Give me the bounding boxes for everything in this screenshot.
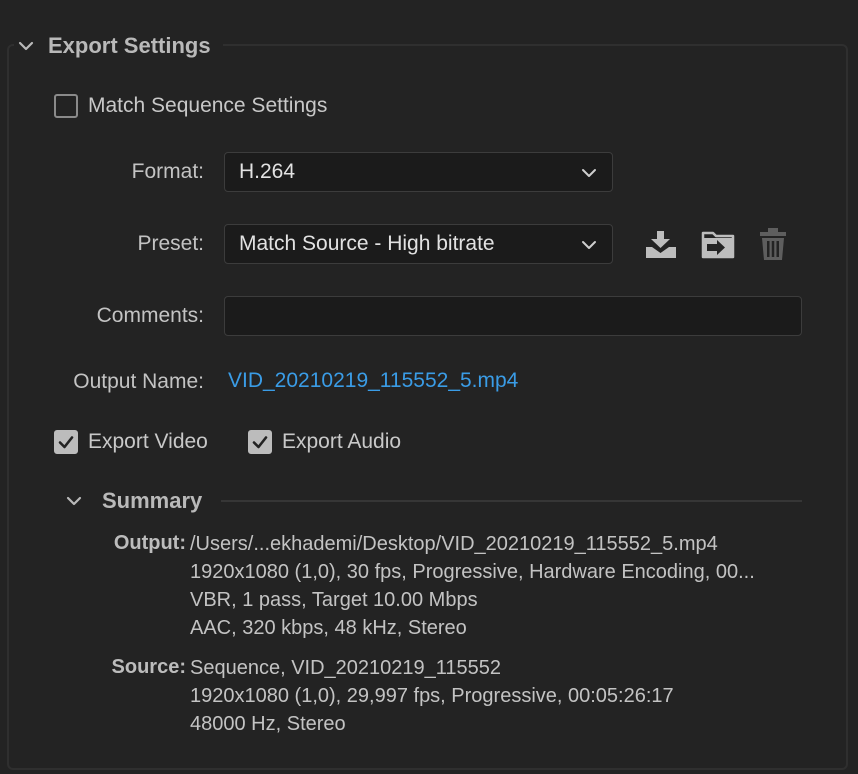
save-preset-button[interactable]	[643, 226, 679, 262]
summary-title: Summary	[102, 488, 203, 513]
summary-source-lines: Sequence, VID_20210219_115552 1920x1080 …	[190, 654, 800, 738]
chevron-down-icon	[582, 241, 596, 249]
match-sequence-label: Match Sequence Settings	[88, 94, 328, 117]
preset-label: Preset:	[137, 232, 204, 255]
export-settings-header[interactable]: Export Settings	[14, 30, 223, 62]
chevron-down-icon[interactable]	[14, 34, 38, 58]
match-sequence-checkbox[interactable]: Match Sequence Settings	[54, 94, 327, 118]
format-value: H.264	[239, 160, 296, 183]
summary-source-line: 48000 Hz, Stereo	[190, 713, 346, 735]
match-sequence-checkbox-box[interactable]	[54, 94, 78, 118]
output-name-link[interactable]: VID_20210219_115552_5.mp4	[228, 369, 518, 393]
export-audio-checkbox-box[interactable]	[248, 430, 272, 454]
export-audio-checkbox[interactable]: Export Audio	[248, 430, 401, 454]
summary-output-lines: /Users/...ekhademi/Desktop/VID_20210219_…	[190, 530, 800, 642]
save-preset-icon	[646, 231, 676, 258]
delete-preset-icon	[760, 228, 786, 260]
preset-dropdown[interactable]: Match Source - High bitrate	[224, 224, 613, 264]
chevron-down-icon	[582, 169, 596, 177]
comments-label: Comments:	[96, 304, 204, 327]
comments-input[interactable]	[224, 296, 802, 336]
summary-source-line: 1920x1080 (1,0), 29,997 fps, Progressive…	[190, 685, 674, 707]
summary-output-line: VBR, 1 pass, Target 10.00 Mbps	[190, 589, 478, 611]
summary-header[interactable]: Summary	[62, 488, 202, 514]
checkmark-icon	[58, 436, 74, 449]
export-video-checkbox-box[interactable]	[54, 430, 78, 454]
output-name-label: Output Name:	[73, 370, 204, 393]
format-dropdown[interactable]: H.264	[224, 152, 613, 192]
chevron-down-icon[interactable]	[62, 489, 86, 513]
checkmark-icon	[252, 436, 268, 449]
import-preset-icon	[701, 231, 735, 259]
export-settings-title: Export Settings	[48, 33, 211, 58]
summary-output-label: Output:	[113, 532, 186, 554]
export-audio-label: Export Audio	[282, 430, 402, 453]
preset-value: Match Source - High bitrate	[239, 232, 495, 255]
summary-output-line: /Users/...ekhademi/Desktop/VID_20210219_…	[190, 533, 718, 555]
summary-output-line: 1920x1080 (1,0), 30 fps, Progressive, Ha…	[190, 561, 755, 583]
delete-preset-button[interactable]	[755, 226, 791, 262]
summary-divider	[221, 500, 802, 502]
export-video-label: Export Video	[88, 430, 208, 453]
summary-source-line: Sequence, VID_20210219_115552	[190, 657, 502, 679]
summary-source-label: Source:	[111, 656, 186, 678]
summary-output-line: AAC, 320 kbps, 48 kHz, Stereo	[190, 617, 467, 639]
import-preset-button[interactable]	[700, 226, 736, 262]
export-video-checkbox[interactable]: Export Video	[54, 430, 208, 454]
format-label: Format:	[131, 160, 204, 183]
